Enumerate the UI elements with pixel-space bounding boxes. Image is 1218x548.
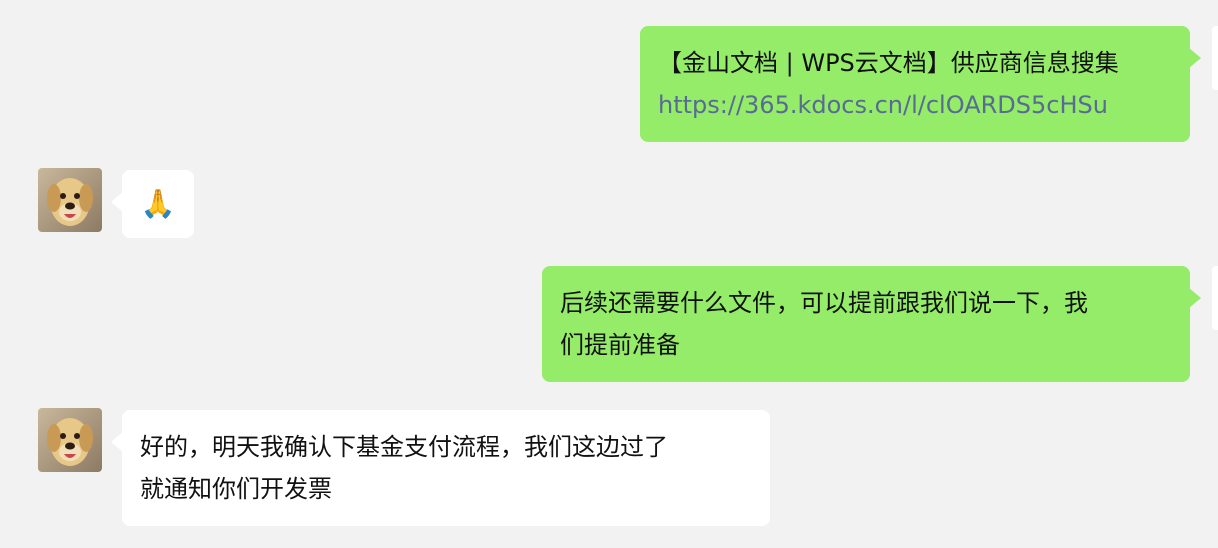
- message-text: 好的，明天我确认下基金支付流程，我们这边过了: [140, 433, 668, 461]
- message-bubble-outgoing[interactable]: 后续还需要什么文件，可以提前跟我们说一下，我 们提前准备: [542, 266, 1201, 382]
- self-avatar[interactable]: [1212, 266, 1218, 330]
- dog-avatar-icon: [38, 168, 102, 232]
- message-text: 【金山文档 | WPS云文档】供应商信息搜集: [658, 49, 1119, 77]
- dog-avatar-icon: [38, 408, 102, 472]
- message-bubble-outgoing[interactable]: 【金山文档 | WPS云文档】供应商信息搜集 https://365.kdocs…: [640, 26, 1201, 142]
- message-text: 后续还需要什么文件，可以提前跟我们说一下，我: [560, 289, 1088, 317]
- self-avatar[interactable]: [1212, 26, 1218, 90]
- contact-avatar[interactable]: [38, 408, 102, 472]
- message-bubble-incoming[interactable]: 🙏: [111, 170, 194, 238]
- message-text: 就通知你们开发票: [140, 475, 332, 503]
- message-bubble-incoming[interactable]: 好的，明天我确认下基金支付流程，我们这边过了 就通知你们开发票: [111, 410, 770, 526]
- contact-avatar[interactable]: [38, 168, 102, 232]
- message-text: 们提前准备: [560, 331, 680, 359]
- folded-hands-icon: 🙏: [140, 187, 176, 220]
- message-link[interactable]: https://365.kdocs.cn/l/clOARDS5cHSu: [658, 84, 1190, 126]
